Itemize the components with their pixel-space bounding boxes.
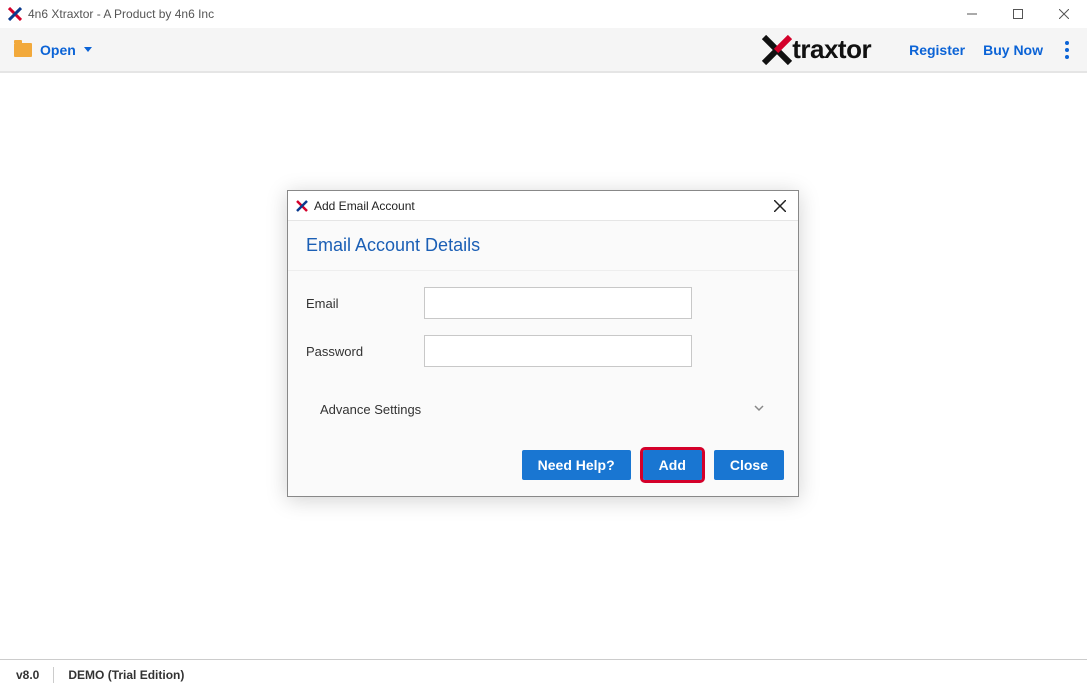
more-menu-icon[interactable] [1061, 37, 1073, 63]
advance-settings-toggle[interactable]: Advance Settings [306, 383, 780, 436]
dialog-close-button[interactable] [770, 196, 790, 216]
dialog-actions: Need Help? Add Close [288, 440, 798, 496]
dialog-logo-icon [296, 200, 308, 212]
window-close-button[interactable] [1041, 0, 1087, 28]
add-button[interactable]: Add [643, 450, 702, 480]
brand-x-icon [762, 35, 792, 65]
status-bar: v8.0 DEMO (Trial Edition) [0, 659, 1087, 689]
password-label: Password [306, 344, 424, 359]
open-label: Open [40, 42, 76, 58]
brand-text: traxtor [792, 34, 871, 65]
dialog-header: Add Email Account [288, 191, 798, 221]
advance-settings-label: Advance Settings [320, 402, 421, 417]
close-button[interactable]: Close [714, 450, 784, 480]
minimize-button[interactable] [949, 0, 995, 28]
version-label: v8.0 [16, 668, 39, 682]
edition-label: DEMO (Trial Edition) [68, 668, 184, 682]
need-help-button[interactable]: Need Help? [522, 450, 631, 480]
app-logo-icon [8, 7, 22, 21]
maximize-button[interactable] [995, 0, 1041, 28]
register-link[interactable]: Register [909, 42, 965, 58]
title-bar: 4n6 Xtraxtor - A Product by 4n6 Inc [0, 0, 1087, 28]
email-input[interactable] [424, 287, 692, 319]
buy-now-link[interactable]: Buy Now [983, 42, 1043, 58]
folder-icon [14, 43, 32, 57]
window-title: 4n6 Xtraxtor - A Product by 4n6 Inc [28, 7, 214, 21]
email-row: Email [306, 287, 780, 319]
add-email-account-dialog: Add Email Account Email Account Details … [287, 190, 799, 497]
window-controls [949, 0, 1087, 28]
toolbar: Open traxtor Register Buy Now [0, 28, 1087, 72]
chevron-down-icon [752, 401, 766, 418]
email-label: Email [306, 296, 424, 311]
brand-logo: traxtor [762, 34, 871, 65]
password-row: Password [306, 335, 780, 367]
password-input[interactable] [424, 335, 692, 367]
dialog-section-title: Email Account Details [288, 221, 798, 271]
dialog-form: Email Password Advance Settings [288, 271, 798, 440]
dropdown-caret-icon [84, 47, 92, 52]
dialog-title: Add Email Account [314, 199, 415, 213]
status-separator [53, 667, 54, 683]
open-button[interactable]: Open [14, 42, 92, 58]
